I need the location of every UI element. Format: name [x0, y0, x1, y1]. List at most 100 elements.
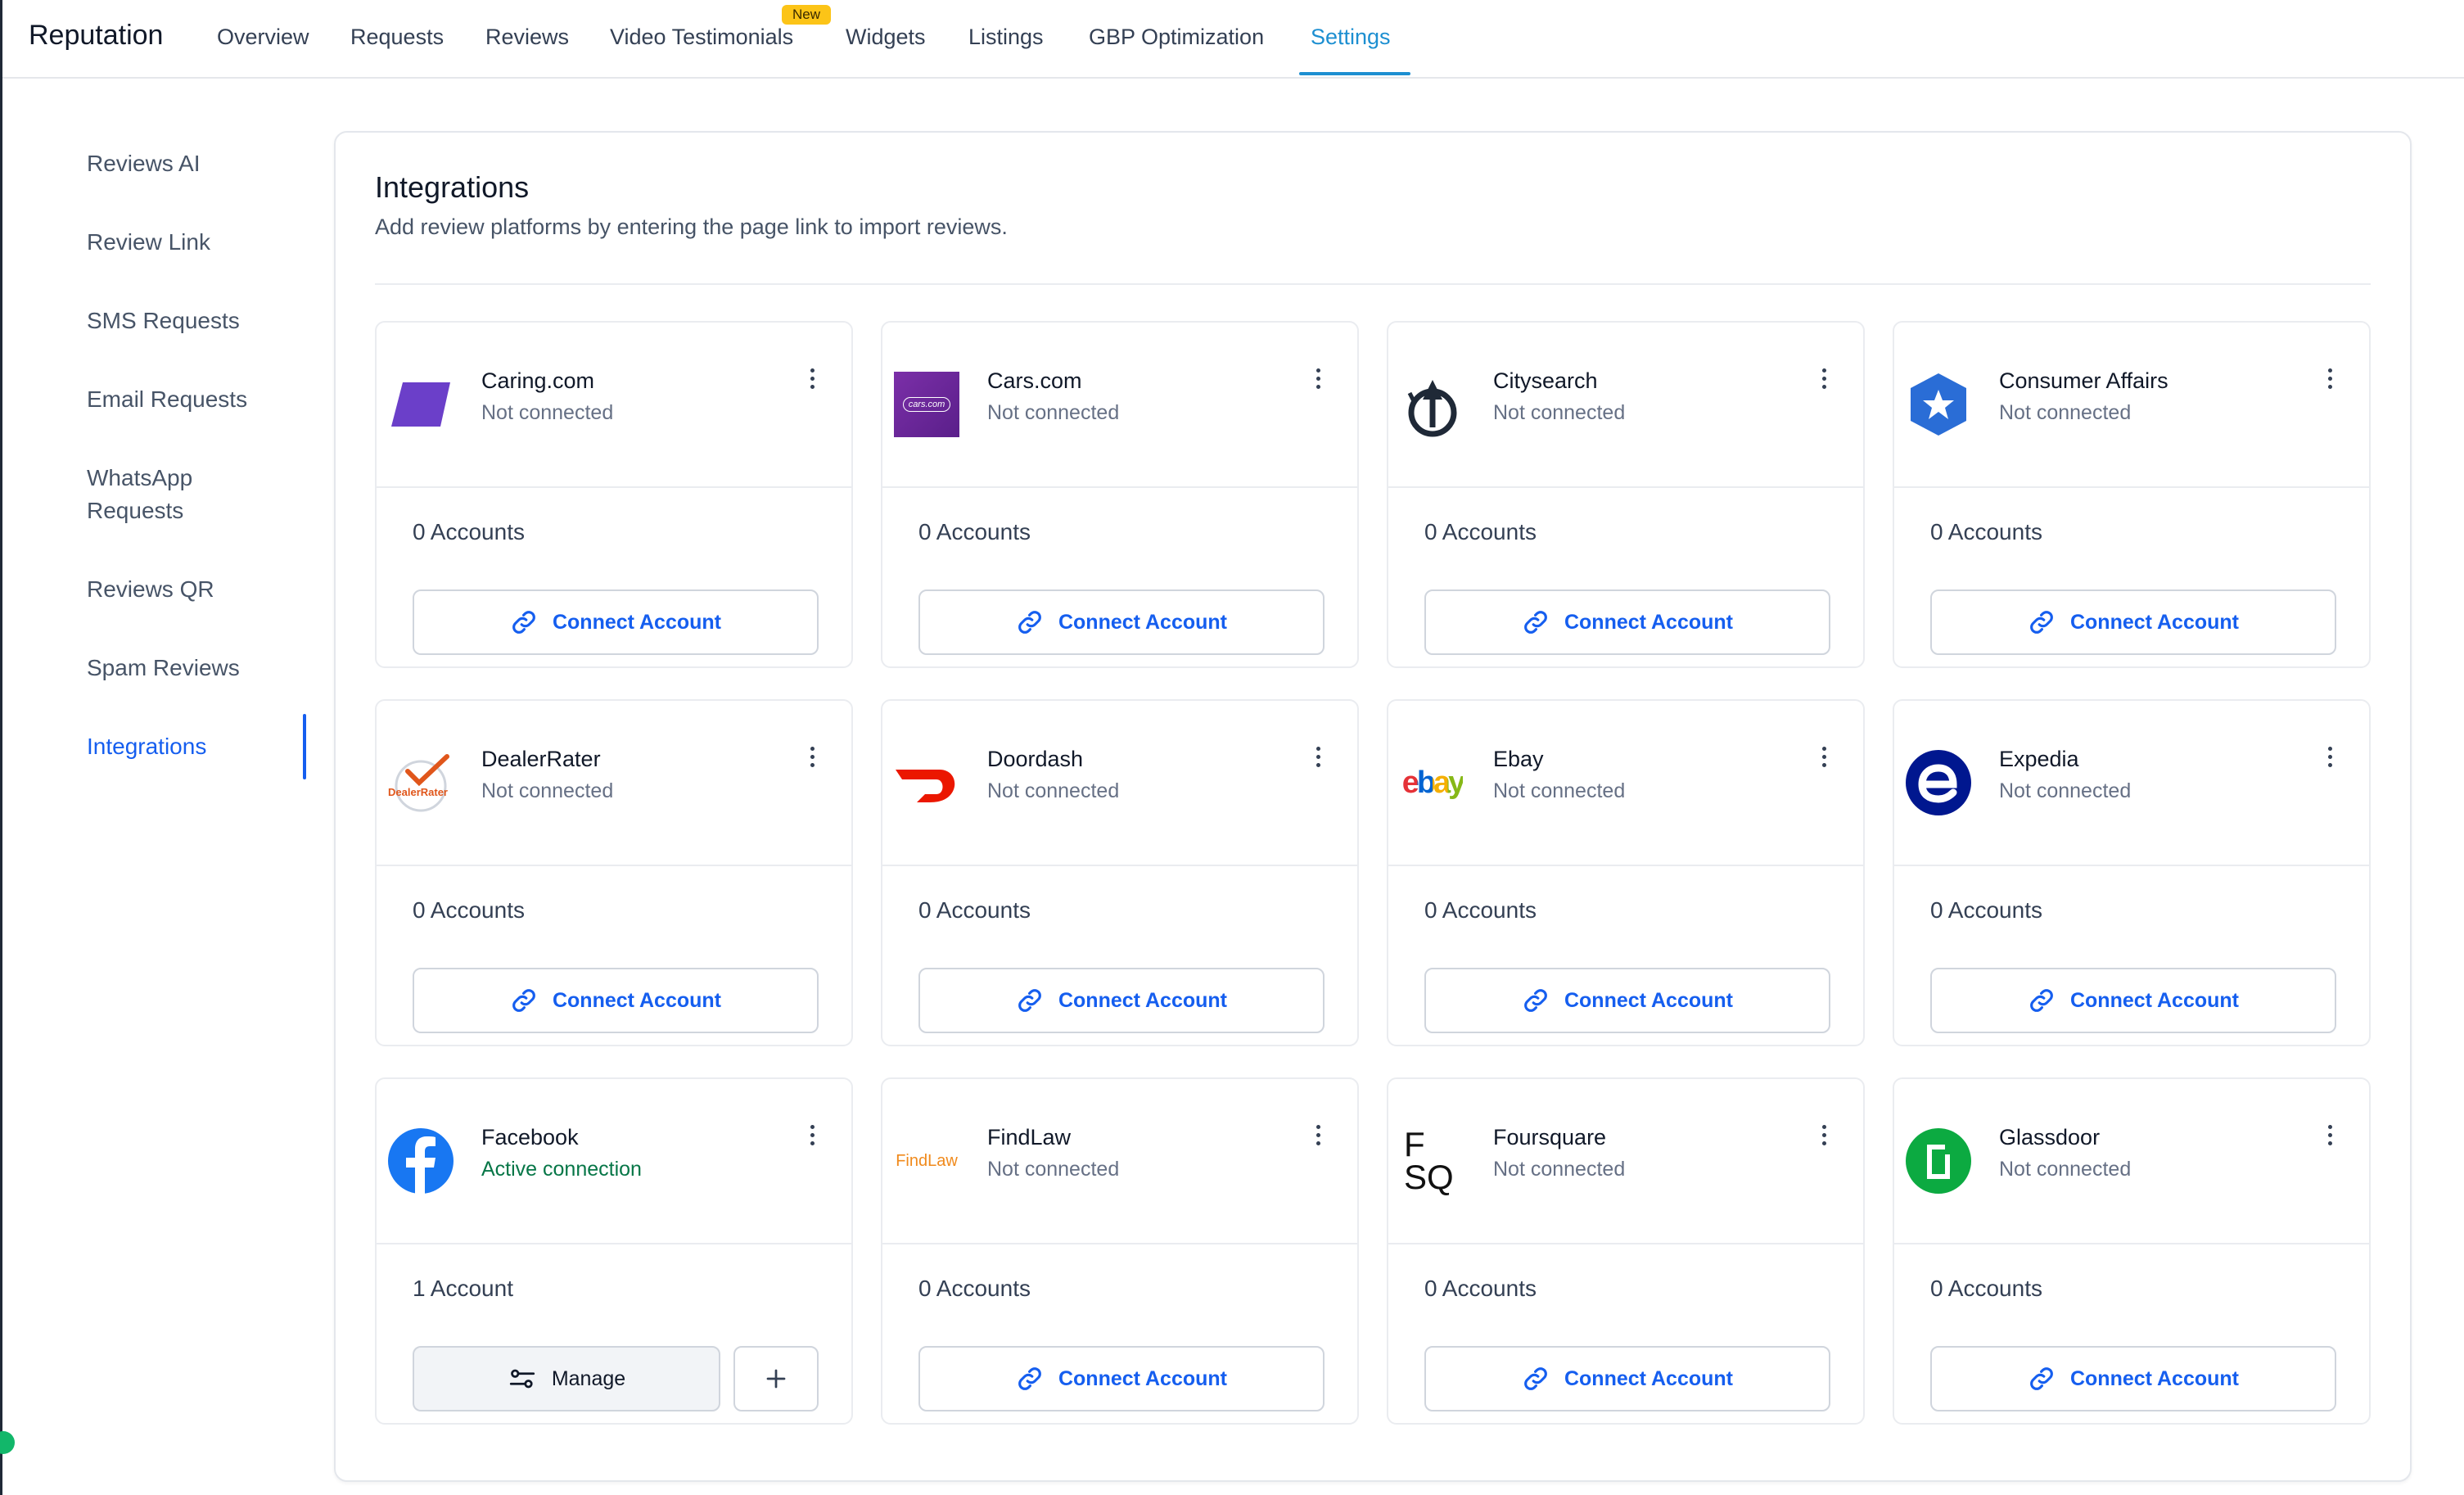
connect-account-button[interactable]: Connect Account [1930, 1346, 2336, 1411]
manage-icon [508, 1366, 537, 1391]
card-header: Doordash Not connected [882, 701, 1357, 866]
sidebar-item-reviews-qr[interactable]: Reviews QR [87, 573, 214, 606]
more-options-icon[interactable] [804, 1118, 820, 1151]
more-options-icon[interactable] [1310, 362, 1326, 395]
connect-account-button[interactable]: Connect Account [413, 589, 819, 655]
sidebar-item-spam-reviews[interactable]: Spam Reviews [87, 652, 240, 684]
more-options-icon[interactable] [1310, 1118, 1326, 1151]
more-options-icon[interactable] [1816, 740, 1832, 773]
integration-card-glassdoor: Glassdoor Not connected 0 Accounts Connect … [1893, 1077, 2371, 1425]
link-icon [2028, 608, 2056, 636]
accounts-count: 0 Accounts [918, 1276, 1031, 1301]
manage-label: Manage [551, 1366, 626, 1390]
plus-icon [764, 1366, 788, 1391]
link-icon [1016, 987, 1044, 1014]
tab-overview[interactable]: Overview [217, 25, 309, 50]
page-title: Integrations [375, 170, 530, 204]
window-edge [0, 0, 2, 1495]
sidebar-item-sms-requests[interactable]: SMS Requests [87, 305, 240, 337]
card-header: cars.com Cars.com Not connected [882, 323, 1357, 488]
cars-logo-icon: cars.com [891, 368, 963, 440]
connection-status: Not connected [1493, 401, 1626, 424]
connect-account-button[interactable]: Connect Account [413, 968, 819, 1033]
add-account-button[interactable] [733, 1346, 819, 1411]
connect-account-button[interactable]: Connect Account [1930, 589, 2336, 655]
integration-name: FindLaw [987, 1125, 1072, 1149]
connection-status: Not connected [1999, 1158, 2132, 1181]
page-subtitle: Add review platforms by entering the pag… [375, 215, 1008, 239]
tab-settings[interactable]: Settings [1311, 25, 1391, 50]
connect-account-button[interactable]: Connect Account [1424, 1346, 1830, 1411]
connection-status: Not connected [987, 401, 1120, 424]
integration-name: Glassdoor [1999, 1125, 2101, 1149]
tab-gbp-optimization[interactable]: GBP Optimization [1089, 25, 1264, 50]
tab-video-testimonials[interactable]: Video Testimonials [610, 25, 793, 50]
connect-account-button[interactable]: Connect Account [918, 589, 1325, 655]
sidebar-item-email-requests[interactable]: Email Requests [87, 383, 247, 416]
link-icon [510, 608, 538, 636]
sidebar-item-review-link[interactable]: Review Link [87, 226, 210, 259]
connect-account-label: Connect Account [1564, 988, 1734, 1012]
card-header: Glassdoor Not connected [1894, 1079, 2369, 1244]
more-options-icon[interactable] [2322, 740, 2338, 773]
link-icon [2028, 987, 2056, 1014]
link-icon [1016, 1365, 1044, 1393]
accounts-count: 0 Accounts [1930, 1276, 2042, 1301]
active-tab-indicator [1299, 72, 1410, 75]
connect-account-button[interactable]: Connect Account [1424, 589, 1830, 655]
connect-account-label: Connect Account [552, 988, 722, 1012]
connect-account-label: Connect Account [1564, 1366, 1734, 1390]
tab-requests[interactable]: Requests [350, 25, 444, 50]
card-header: DealerRater DealerRater Not connected [377, 701, 851, 866]
more-options-icon[interactable] [2322, 1118, 2338, 1151]
integration-name: Expedia [1999, 747, 2079, 771]
sidebar-item-reviews-ai[interactable]: Reviews AI [87, 147, 201, 180]
connect-account-label: Connect Account [2069, 1366, 2240, 1390]
integration-name: Foursquare [1493, 1125, 1607, 1149]
more-options-icon[interactable] [1816, 1118, 1832, 1151]
connection-status: Active connection [481, 1158, 642, 1181]
integration-card-expedia: Expedia Not connected 0 Accounts Connect Ac… [1893, 699, 2371, 1046]
accounts-count: 0 Accounts [1930, 519, 2042, 544]
dealerrater-logo-icon: DealerRater [385, 747, 457, 819]
link-icon [1522, 1365, 1550, 1393]
integration-card-citysearch: Citysearch Not connected 0 Accounts Connect… [1387, 321, 1865, 668]
more-options-icon[interactable] [1816, 362, 1832, 395]
card-header: Consumer Affairs Not connected [1894, 323, 2369, 488]
more-options-icon[interactable] [2322, 362, 2338, 395]
integration-name: Ebay [1493, 747, 1544, 771]
more-options-icon[interactable] [804, 362, 820, 395]
integration-name: Citysearch [1493, 368, 1598, 393]
tab-reviews[interactable]: Reviews [485, 25, 569, 50]
link-icon [2028, 1365, 2056, 1393]
tab-widgets[interactable]: Widgets [846, 25, 926, 50]
manage-button[interactable]: Manage [413, 1346, 720, 1411]
sidebar-item-whatsapp-requests[interactable]: WhatsApp Requests [87, 462, 192, 527]
card-header: Facebook Active connection [377, 1079, 851, 1244]
connection-status: Not connected [987, 1158, 1120, 1181]
connection-status: Not connected [481, 401, 614, 424]
integration-card-caring-com: Caring.com Not connected 0 Accounts Connect… [375, 321, 853, 668]
connection-status: Not connected [1999, 779, 2132, 802]
accounts-count: 0 Accounts [1424, 519, 1537, 544]
integration-card-foursquare: F SQ Foursquare Not connected 0 Accounts Con… [1387, 1077, 1865, 1425]
connect-account-button[interactable]: Connect Account [918, 1346, 1325, 1411]
link-icon [1522, 608, 1550, 636]
tab-listings[interactable]: Listings [968, 25, 1044, 50]
connect-account-button[interactable]: Connect Account [918, 968, 1325, 1033]
card-header: FindLaw FindLaw Not connected [882, 1079, 1357, 1244]
more-options-icon[interactable] [804, 740, 820, 773]
integration-card-ebay: ebay Ebay Not connected 0 Accounts Connect A… [1387, 699, 1865, 1046]
sidebar-item-integrations[interactable]: Integrations [87, 730, 206, 763]
foursquare-logo-icon: F SQ [1397, 1125, 1469, 1197]
connect-account-button[interactable]: Connect Account [1424, 968, 1830, 1033]
accounts-count: 0 Accounts [1930, 897, 2042, 923]
sidebar-item-label-line2: Requests [87, 498, 184, 523]
more-options-icon[interactable] [1310, 740, 1326, 773]
connect-account-label: Connect Account [1058, 1366, 1228, 1390]
accounts-count: 0 Accounts [1424, 897, 1537, 923]
accounts-count: 0 Accounts [918, 897, 1031, 923]
connect-account-button[interactable]: Connect Account [1930, 968, 2336, 1033]
findlaw-logo-text: FindLaw [896, 1151, 958, 1170]
connect-account-label: Connect Account [2069, 610, 2240, 634]
